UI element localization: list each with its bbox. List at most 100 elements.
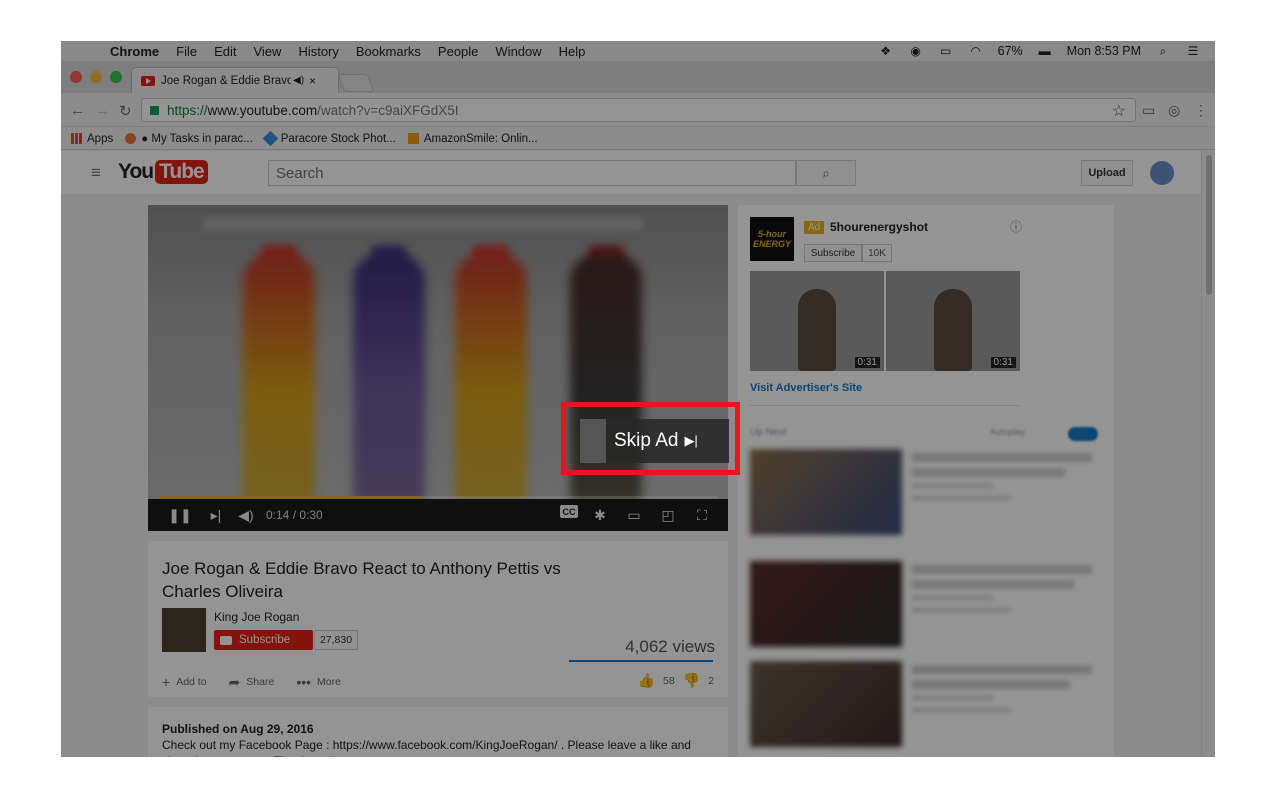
minimize-window-button[interactable] xyxy=(90,71,102,83)
more-button[interactable]: ••• More xyxy=(296,674,341,690)
fullscreen-icon[interactable]: ⛶ xyxy=(690,505,714,525)
address-bar[interactable]: https:// www.youtube.com /watch?v=c9aiXF… xyxy=(141,98,1136,122)
wifi-icon[interactable]: ◠ xyxy=(968,44,984,58)
new-tab-button[interactable] xyxy=(337,74,375,92)
advertiser-subscribe-button[interactable]: Subscribe xyxy=(804,244,862,262)
info-icon[interactable]: ⓘ xyxy=(1010,218,1022,235)
related-video[interactable] xyxy=(750,661,1104,749)
scrollbar-thumb[interactable] xyxy=(1206,155,1212,295)
action-row: + Add to ➦ Share ••• More 👍 58 👎 2 xyxy=(162,672,714,692)
asana-icon xyxy=(125,133,137,144)
cast-icon[interactable]: ◰ xyxy=(656,505,680,525)
cast-icon[interactable]: ▭ xyxy=(1142,102,1155,119)
bookmark-my-tasks[interactable]: ● My Tasks in parac... xyxy=(125,133,253,145)
ad-thumbnail-duration: 0:31 xyxy=(854,357,880,368)
bookmark-star-icon[interactable]: ☆ xyxy=(1112,101,1126,121)
video-player[interactable]: ❚❚ ▸| ◀) 0:14 / 0:30 CC ✱ ▭ ◰ ⛶ xyxy=(148,205,728,531)
video-info: Joe Rogan & Eddie Bravo React to Anthony… xyxy=(148,541,728,697)
bookmark-amazonsmile[interactable]: AmazonSmile: Onlin... xyxy=(407,132,538,145)
forward-icon[interactable]: → xyxy=(95,102,110,119)
extension-icon[interactable]: ◎ xyxy=(1168,102,1180,119)
lock-icon[interactable] xyxy=(150,105,159,115)
menu-bookmarks[interactable]: Bookmarks xyxy=(356,44,421,59)
advertiser-logo[interactable]: 5-hour ENERGY xyxy=(750,217,794,261)
autoplay-toggle[interactable] xyxy=(1068,427,1098,441)
advertiser-name[interactable]: 5hourenergyshot xyxy=(830,220,928,234)
spotlight-search-icon[interactable]: ⌕ xyxy=(1155,44,1171,58)
ad-thumbnail-2[interactable]: 0:31 xyxy=(886,271,1020,371)
menu-edit[interactable]: Edit xyxy=(214,44,236,59)
browser-tab[interactable]: Joe Rogan & Eddie Bravo Re ◀) × xyxy=(131,67,339,93)
bookmark-paracore[interactable]: Paracore Stock Phot... xyxy=(262,130,396,147)
upload-button[interactable]: Upload xyxy=(1081,160,1133,186)
creative-cloud-icon[interactable]: ◉ xyxy=(908,44,924,58)
next-icon[interactable]: ▸| xyxy=(204,505,228,525)
related-video[interactable] xyxy=(750,449,1104,537)
back-icon[interactable]: ← xyxy=(70,102,85,119)
ad-thumbnail-1[interactable]: 0:31 xyxy=(750,271,884,371)
related-video-text xyxy=(912,453,1092,507)
search-input[interactable] xyxy=(268,160,796,186)
menu-window[interactable]: Window xyxy=(495,44,541,59)
menu-history[interactable]: History xyxy=(298,44,338,59)
menu-file[interactable]: File xyxy=(176,44,197,59)
menu-help[interactable]: Help xyxy=(559,44,586,59)
reload-icon[interactable]: ↻ xyxy=(119,102,132,120)
related-video-text xyxy=(912,665,1092,719)
bottle-purple xyxy=(353,255,425,499)
bookmark-apps[interactable]: Apps xyxy=(71,133,113,145)
url-host: www.youtube.com xyxy=(207,102,318,118)
bookmark-amazonsmile-label: AmazonSmile: Onlin... xyxy=(423,132,538,145)
more-label: More xyxy=(317,676,341,688)
sidebar: 5-hour ENERGY Ad 5hourenergyshot ⓘ Subsc… xyxy=(738,205,1114,757)
zoom-window-button[interactable] xyxy=(110,71,122,83)
pause-icon[interactable]: ❚❚ xyxy=(168,505,192,525)
chrome-menu-icon[interactable]: ⋮ xyxy=(1194,102,1208,119)
notification-center-icon[interactable]: ☰ xyxy=(1185,44,1201,58)
url-path: /watch?v=c9aiXFGdX5I xyxy=(317,102,459,118)
airplay-icon[interactable]: ▭ xyxy=(938,44,954,58)
tab-audio-icon[interactable]: ◀) xyxy=(293,75,304,86)
battery-percent[interactable]: 67% xyxy=(998,44,1023,58)
url-scheme: https:// xyxy=(167,102,208,118)
more-dots-icon: ••• xyxy=(296,674,312,690)
dropbox-icon[interactable]: ❖ xyxy=(878,44,894,58)
search-button[interactable]: ⌕ xyxy=(796,160,856,186)
up-next-heading: Up Next xyxy=(750,427,787,438)
captions-icon[interactable]: CC xyxy=(560,505,578,518)
related-video[interactable] xyxy=(750,561,1104,649)
battery-icon[interactable]: ▬ xyxy=(1037,44,1053,58)
thumbs-down-icon[interactable]: 👎 xyxy=(683,672,700,689)
highlight-box xyxy=(561,402,740,475)
menu-bar-status: ❖ ◉ ▭ ◠ 67% ▬ Mon 8:53 PM ⌕ ☰ xyxy=(878,41,1201,61)
amazon-icon xyxy=(407,133,419,144)
clock[interactable]: Mon 8:53 PM xyxy=(1067,44,1141,58)
share-button[interactable]: ➦ Share xyxy=(229,674,275,691)
theater-mode-icon[interactable]: ▭ xyxy=(622,505,646,525)
tab-close-icon[interactable]: × xyxy=(309,74,316,88)
channel-avatar[interactable] xyxy=(162,608,206,652)
bottle-red xyxy=(243,255,315,499)
related-video-thumbnail xyxy=(750,561,902,647)
add-to-button[interactable]: + Add to xyxy=(162,674,207,690)
thumbs-up-icon[interactable]: 👍 xyxy=(638,672,655,689)
share-arrow-icon: ➦ xyxy=(228,673,241,690)
menu-chrome[interactable]: Chrome xyxy=(110,44,159,59)
menu-view[interactable]: View xyxy=(253,44,281,59)
tab-title: Joe Rogan & Eddie Bravo Re xyxy=(161,74,291,87)
guide-menu-icon[interactable]: ≡ xyxy=(91,163,101,183)
advertiser-subscriber-count: 10K xyxy=(862,244,892,262)
bookmark-paracore-label: Paracore Stock Phot... xyxy=(280,132,396,145)
like-dislike: 👍 58 👎 2 xyxy=(638,672,714,689)
close-window-button[interactable] xyxy=(70,71,82,83)
menu-people[interactable]: People xyxy=(438,44,478,59)
volume-icon[interactable]: ◀) xyxy=(234,505,258,525)
avatar[interactable] xyxy=(1150,161,1174,185)
subscribe-button[interactable]: Subscribe xyxy=(214,630,313,650)
page-scrollbar[interactable] xyxy=(1201,151,1215,757)
channel-name[interactable]: King Joe Rogan xyxy=(214,610,299,624)
related-video-thumbnail xyxy=(750,449,902,535)
youtube-logo[interactable]: You Tube xyxy=(118,160,208,184)
settings-gear-icon[interactable]: ✱ xyxy=(588,505,612,525)
visit-advertiser-link[interactable]: Visit Advertiser's Site xyxy=(750,382,862,394)
